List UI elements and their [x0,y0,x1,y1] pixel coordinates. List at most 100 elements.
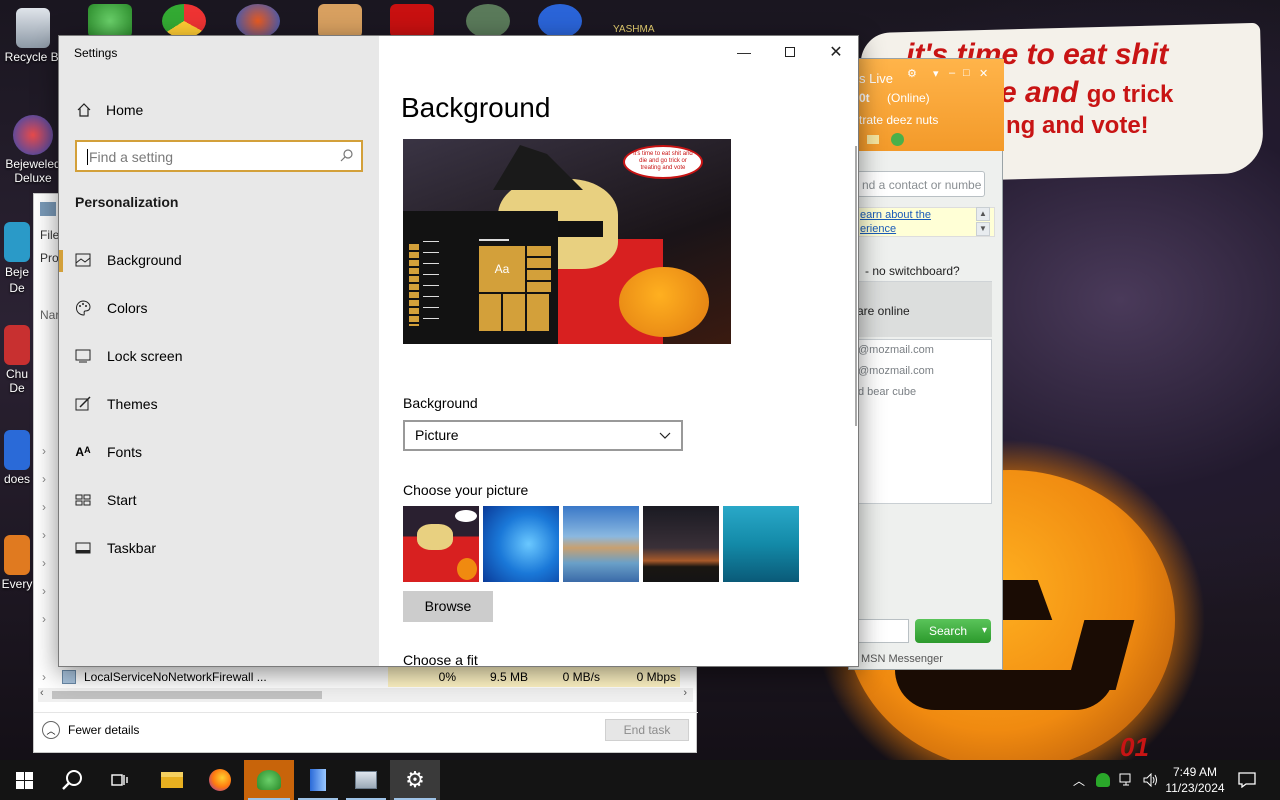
msn-online-group[interactable]: are online [857,281,992,337]
tray-msn-icon[interactable] [1092,760,1114,800]
clock-time: 7:49 AM [1172,765,1218,779]
background-type-select[interactable]: Picture [403,420,683,451]
msn-scroll-down-button[interactable]: ▼ [976,222,990,236]
browse-button[interactable]: Browse [403,591,493,622]
msn-learn-link[interactable]: earn about the erience [857,207,995,237]
firefox-button[interactable] [196,760,244,800]
expand-chevron-icon[interactable]: › [42,584,46,598]
action-center-button[interactable] [1234,760,1260,800]
settings-sidebar: Settings Home Find a setting Personaliza… [59,36,379,666]
sidebar-item-taskbar[interactable]: Taskbar [59,526,379,570]
msn-contact[interactable]: @mozmail.com [858,344,934,356]
msn-dropdown-icon[interactable]: ▾ [933,67,939,80]
task-manager-button[interactable] [342,760,390,800]
thumbnail-underwater[interactable] [723,506,799,582]
thumbnail-windows-blue[interactable] [483,506,559,582]
task-view-button[interactable] [96,760,144,800]
msn-maximize-icon[interactable]: □ [963,67,970,79]
sidebar-item-colors[interactable]: Colors [59,286,379,330]
msn-learn-link-line-2[interactable]: erience [860,222,994,236]
expand-chevron-icon[interactable]: › [42,556,46,570]
minimize-button[interactable]: — [721,36,767,68]
msn-settings-icon[interactable]: ⚙ [907,67,917,80]
volume-button[interactable] [1140,760,1162,800]
show-hidden-icons-button[interactable]: ︿ [1068,760,1090,800]
end-task-button[interactable]: End task [605,719,689,741]
msn-contact-search-input[interactable]: nd a contact or numbe [857,171,985,197]
preview-pumpkin [619,267,709,337]
sidebar-item-themes[interactable]: Themes [59,382,379,426]
msn-learn-link-line-1[interactable]: earn about the [860,208,994,222]
msn-contact[interactable]: @mozmail.com [858,365,934,377]
start-button[interactable] [0,760,48,800]
msn-messenger-button[interactable] [244,760,294,800]
table-row[interactable]: › LocalServiceNoNetworkFirewall ... 0% 9… [34,667,698,687]
app-icon [310,769,326,791]
msn-status-name[interactable]: 0t [859,91,870,105]
chrome-icon[interactable] [162,4,206,38]
task-manager-column-name[interactable]: Nar [40,308,59,322]
flash-icon[interactable] [390,4,434,38]
msn-close-icon[interactable]: ✕ [979,67,988,80]
desktop-icon-bejeweled-2[interactable]: Beje De [0,222,34,296]
recycle-bin-icon [16,8,50,48]
msn-web-search-input[interactable] [857,619,909,643]
msn-messenger-window[interactable]: s Live ⚙ ▾ – □ ✕ 0t (Online) trate deez … [848,58,1004,670]
horizontal-scrollbar[interactable]: ‹ › [38,687,693,702]
settings-search-input[interactable]: Find a setting [75,140,363,172]
thumbnail-beach-rocks[interactable] [563,506,639,582]
expand-chevron-icon[interactable]: › [42,528,46,542]
desktop-icon-every[interactable]: Every [0,535,34,591]
msn-people-icon[interactable] [88,4,132,38]
desktop-icon-bejeweled[interactable]: Bejeweled Deluxe [0,115,66,185]
close-button[interactable]: ✕ [813,36,858,68]
taskbar-search-button[interactable] [48,760,96,800]
desktop-icon-chuzzle[interactable]: Chu De [0,325,34,395]
settings-button[interactable]: ⚙ [390,760,440,800]
vertical-scrollbar[interactable] [855,146,857,426]
msn-xbox-icon[interactable] [891,133,904,146]
thumbnail-cartoon-wallpaper[interactable] [403,506,479,582]
sidebar-item-background[interactable]: Background [59,238,379,282]
expand-chevron-icon[interactable]: › [42,612,46,626]
file-explorer-button[interactable] [148,760,196,800]
browser-icon[interactable] [236,4,280,38]
desktop-icon-does[interactable]: does [0,430,34,486]
horizontal-scrollbar-thumb[interactable] [52,691,322,699]
preview-start-header [479,239,509,241]
sidebar-item-fonts[interactable]: AA Fonts [59,430,379,474]
expand-chevron-icon[interactable]: › [42,500,46,514]
sidebar-item-start[interactable]: Start [59,478,379,522]
network-button[interactable] [1116,760,1138,800]
preview-tile-large: Aa [479,246,525,292]
sidebar-item-lock-screen[interactable]: Lock screen [59,334,379,378]
msn-scroll-up-button[interactable]: ▲ [976,207,990,221]
msn-search-button[interactable]: Search ▾ [915,619,991,643]
sonic-icon[interactable] [538,4,582,38]
task-manager-menu-file[interactable]: File [40,228,59,242]
sidebar-item-label: Colors [107,300,148,316]
app-button[interactable] [294,760,342,800]
game-shortcut-icon[interactable] [466,4,510,38]
maximize-button[interactable] [767,36,813,68]
sidebar-item-home[interactable]: Home [76,98,143,122]
background-preview: it's time to eat shit and die and go tri… [403,139,731,344]
expand-chevron-icon[interactable]: › [42,444,46,458]
system-clock[interactable]: 7:49 AM 11/23/2024 [1162,764,1228,796]
expand-chevron-icon[interactable]: › [42,472,46,486]
fewer-details-button[interactable]: ︿ Fewer details [42,721,139,739]
thumbnail-night-sky[interactable] [643,506,719,582]
msn-contact[interactable]: d bear cube [858,386,916,398]
game-shortcut-icon[interactable] [318,4,362,38]
msn-minimize-icon[interactable]: – [949,67,955,79]
msn-status[interactable]: (Online) [887,91,930,105]
msn-search-dropdown-icon[interactable]: ▾ [982,619,987,643]
desktop-icon-recycle-bin[interactable]: Recycle Bi [0,8,66,64]
task-manager-tab-processes[interactable]: Pro [40,251,59,265]
expand-chevron-icon[interactable]: › [42,667,46,687]
msn-mail-icon[interactable] [867,135,879,144]
msn-personal-message[interactable]: trate deez nuts [859,113,938,127]
scroll-left-icon[interactable]: ‹ [40,687,44,699]
scroll-right-icon[interactable]: › [683,687,687,699]
settings-window[interactable]: Settings Home Find a setting Personaliza… [58,35,859,667]
